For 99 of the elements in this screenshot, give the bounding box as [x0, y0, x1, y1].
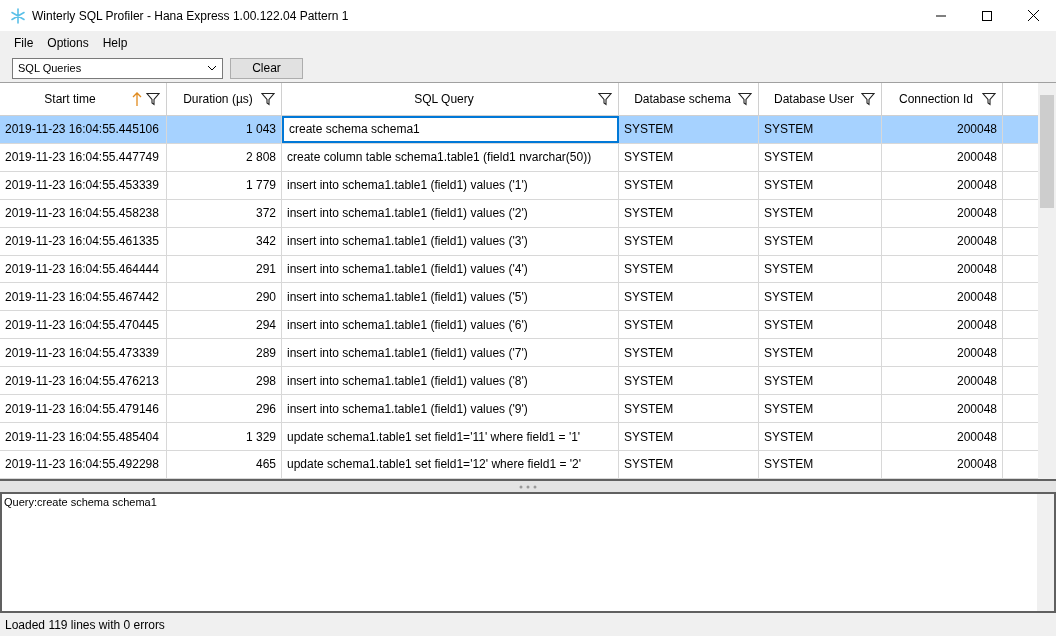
- chevron-down-icon: [207, 65, 217, 71]
- filter-icon[interactable]: [146, 91, 160, 106]
- table-cell: insert into schema1.table1 (field1) values ('2'): [282, 199, 619, 227]
- query-type-dropdown[interactable]: SQL Queries: [12, 57, 223, 79]
- table-cell: SYSTEM: [759, 339, 882, 367]
- table-cell: 200048: [882, 367, 1003, 395]
- table-cell: SYSTEM: [619, 423, 759, 450]
- table-cell: 2019-11-23 16:04:55.476213: [0, 367, 167, 395]
- table-cell: SYSTEM: [619, 339, 759, 367]
- table-cell: 200048: [882, 423, 1003, 450]
- status-text: Loaded 119 lines with 0 errors: [5, 616, 165, 634]
- table-cell: SYSTEM: [619, 115, 759, 143]
- table-cell: SYSTEM: [619, 199, 759, 227]
- menu-item[interactable]: Help: [95, 33, 135, 52]
- table-cell: SYSTEM: [759, 451, 882, 478]
- table-cell: 1 329: [167, 423, 282, 450]
- table-cell: SYSTEM: [759, 283, 882, 311]
- menu-item[interactable]: File: [7, 33, 41, 52]
- table-cell: SYSTEM: [619, 367, 759, 395]
- table-cell: 200048: [882, 143, 1003, 171]
- table-cell: 2019-11-23 16:04:55.464444: [0, 255, 167, 283]
- table-cell: 200048: [882, 311, 1003, 339]
- table-cell: 2019-11-23 16:04:55.458238: [0, 199, 167, 227]
- table-cell: insert into schema1.table1 (field1) values ('8'): [282, 367, 619, 395]
- table-cell: insert into schema1.table1 (field1) values ('1'): [282, 171, 619, 199]
- table-cell: SYSTEM: [619, 311, 759, 339]
- table-cell: 296: [167, 395, 282, 423]
- table-cell: 200048: [882, 283, 1003, 311]
- table-cell: 2019-11-23 16:04:55.467442: [0, 283, 167, 311]
- table-cell: SYSTEM: [759, 171, 882, 199]
- table-cell: insert into schema1.table1 (field1) values ('6'): [282, 311, 619, 339]
- table-cell: SYSTEM: [759, 199, 882, 227]
- table-cell: 200048: [882, 255, 1003, 283]
- menu-item[interactable]: Options: [40, 33, 96, 52]
- table-cell: insert into schema1.table1 (field1) values ('7'): [282, 339, 619, 367]
- table-cell: 200048: [882, 451, 1003, 478]
- filter-icon[interactable]: [598, 91, 612, 106]
- table-cell: SYSTEM: [619, 255, 759, 283]
- table-cell: 294: [167, 311, 282, 339]
- table-cell: insert into schema1.table1 (field1) values ('3'): [282, 227, 619, 255]
- filter-icon[interactable]: [982, 91, 996, 106]
- table-cell: insert into schema1.table1 (field1) values ('4'): [282, 255, 619, 283]
- table-cell: 2019-11-23 16:04:55.479146: [0, 395, 167, 423]
- table-cell: insert into schema1.table1 (field1) values ('5'): [282, 283, 619, 311]
- table-cell: insert into schema1.table1 (field1) values ('9'): [282, 395, 619, 423]
- filter-icon[interactable]: [861, 91, 875, 106]
- table-cell: SYSTEM: [619, 451, 759, 478]
- table-cell: 2019-11-23 16:04:55.470445: [0, 311, 167, 339]
- table-cell: 2019-11-23 16:04:55.461335: [0, 227, 167, 255]
- table-cell: 200048: [882, 115, 1003, 143]
- table-cell: SYSTEM: [759, 311, 882, 339]
- table-cell: 2019-11-23 16:04:55.473339: [0, 339, 167, 367]
- table-cell: update schema1.table1 set field1='12' where field1 = '2': [282, 451, 619, 478]
- table-cell: SYSTEM: [619, 283, 759, 311]
- grip-dots-icon: [518, 484, 538, 489]
- splitter[interactable]: [0, 479, 1056, 492]
- table-cell: 372: [167, 199, 282, 227]
- filter-icon[interactable]: [738, 91, 752, 106]
- table-cell: 2 808: [167, 143, 282, 171]
- table-cell: SYSTEM: [759, 395, 882, 423]
- table-cell: SYSTEM: [759, 227, 882, 255]
- table-cell: SYSTEM: [759, 423, 882, 450]
- table-cell: 2019-11-23 16:04:55.453339: [0, 171, 167, 199]
- window-title: Winterly SQL Profiler - Hana Express 1.00.122.04 Pattern 1: [32, 7, 349, 25]
- table-cell: 200048: [882, 171, 1003, 199]
- table-cell: 291: [167, 255, 282, 283]
- table-cell: 290: [167, 283, 282, 311]
- table-cell: 298: [167, 367, 282, 395]
- close-icon: [1027, 10, 1039, 21]
- table-cell: 2019-11-23 16:04:55.492298: [0, 451, 167, 478]
- table-cell: 2019-11-23 16:04:55.445106: [0, 115, 167, 143]
- table-cell: 342: [167, 227, 282, 255]
- table-cell: create schema schema1: [282, 115, 619, 143]
- table-cell: SYSTEM: [619, 227, 759, 255]
- table-cell: update schema1.table1 set field1='11' where field1 = '1': [282, 423, 619, 450]
- clear-button[interactable]: Clear: [230, 57, 303, 79]
- table-cell: SYSTEM: [619, 171, 759, 199]
- table-cell: SYSTEM: [759, 255, 882, 283]
- table-cell: 1 779: [167, 171, 282, 199]
- table-cell: 200048: [882, 199, 1003, 227]
- table-cell: 2019-11-23 16:04:55.447749: [0, 143, 167, 171]
- table-cell: SYSTEM: [759, 143, 882, 171]
- table-cell: create column table schema1.table1 (field1 nvarchar(50)): [282, 143, 619, 171]
- table-cell: SYSTEM: [619, 143, 759, 171]
- table-cell: 200048: [882, 227, 1003, 255]
- table-cell: 289: [167, 339, 282, 367]
- snowflake-icon: [10, 7, 26, 24]
- scrollbar[interactable]: [1037, 494, 1054, 611]
- table-cell: 200048: [882, 339, 1003, 367]
- filter-icon[interactable]: [261, 91, 275, 106]
- table-cell: SYSTEM: [759, 367, 882, 395]
- table-cell: SYSTEM: [759, 115, 882, 143]
- scrollbar[interactable]: [1038, 83, 1056, 479]
- table-cell: 465: [167, 451, 282, 478]
- query-detail-text: Query:create schema schema1: [3, 495, 158, 510]
- maximize-icon: [982, 10, 992, 21]
- table-cell: 200048: [882, 395, 1003, 423]
- table-cell: SYSTEM: [619, 395, 759, 423]
- table-cell: 2019-11-23 16:04:55.485404: [0, 423, 167, 450]
